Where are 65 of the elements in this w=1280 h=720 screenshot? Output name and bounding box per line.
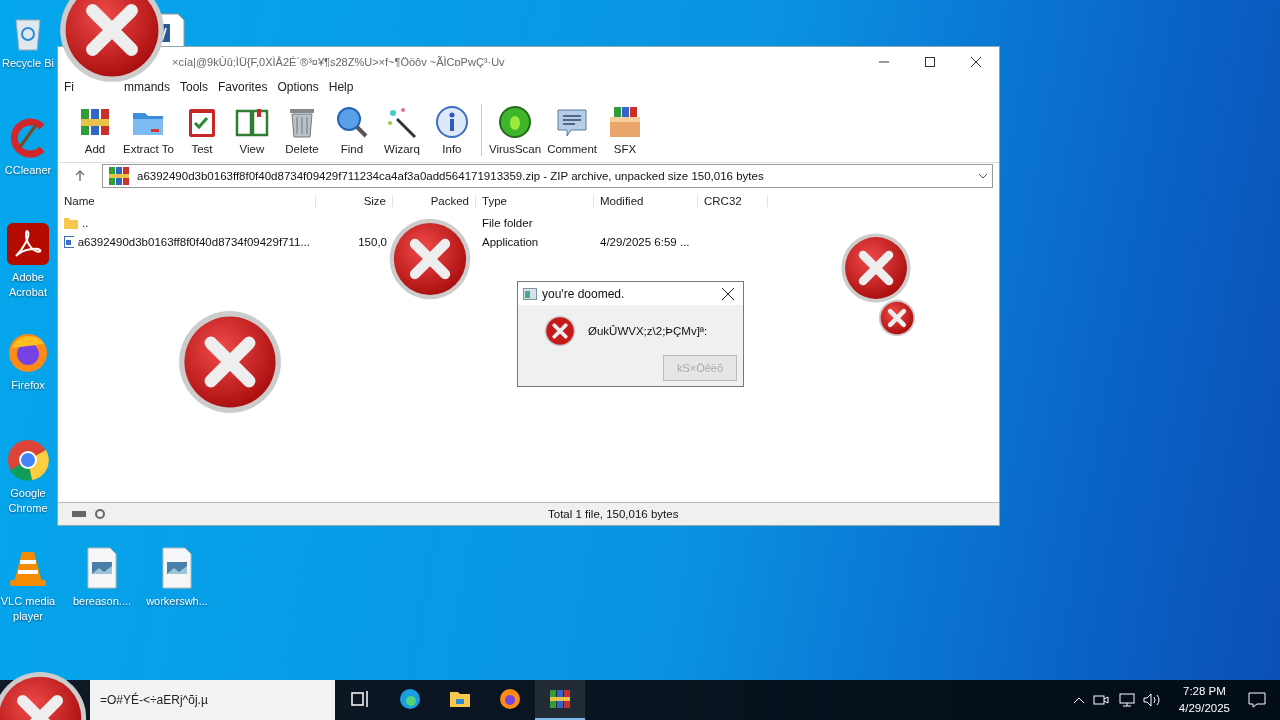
toolbar-button[interactable]: SFX bbox=[600, 100, 650, 160]
magnifier-icon bbox=[334, 105, 369, 139]
toolbar-button[interactable]: Extract To bbox=[120, 100, 177, 160]
toolbar-button[interactable]: View bbox=[226, 100, 277, 160]
table-cell: a6392490d3b0163ff8f0f40d8734f09429f711... bbox=[58, 235, 316, 248]
toolbar-button[interactable]: Test bbox=[176, 100, 227, 160]
table-cell-text: 4/29/2025 6:59 ... bbox=[599, 235, 691, 248]
toolbar-button[interactable]: Comment bbox=[544, 100, 600, 160]
clock-time[interactable]: 7:28 PM bbox=[1183, 683, 1226, 700]
dialog-title: you're doomed. bbox=[542, 286, 626, 301]
maximize-icon bbox=[925, 56, 935, 67]
table-cell-text: Application bbox=[481, 235, 540, 248]
archive-books-icon bbox=[548, 687, 572, 711]
table-cell: .. bbox=[58, 216, 316, 229]
menu-item[interactable]: Favorites bbox=[218, 80, 268, 94]
folder-icon bbox=[64, 216, 78, 229]
info-icon bbox=[434, 105, 469, 139]
archive-books-icon bbox=[107, 165, 131, 187]
network-icon[interactable] bbox=[1116, 693, 1135, 707]
chevron-up-icon[interactable] bbox=[1072, 696, 1085, 704]
close-icon bbox=[971, 56, 981, 67]
menu-item[interactable]: Help bbox=[328, 80, 354, 94]
toolbar-button[interactable]: Delete bbox=[276, 100, 327, 160]
column-header[interactable]: CRC32 bbox=[698, 195, 768, 207]
volume-icon[interactable] bbox=[1142, 693, 1161, 707]
toolbar-button[interactable]: Wizarq bbox=[376, 100, 427, 160]
drive-icon bbox=[72, 509, 108, 519]
dialog-message: ØukÛWVX;z\2;ÞÇMv]ª: bbox=[588, 325, 708, 337]
column-header[interactable]: Packed bbox=[393, 195, 476, 207]
toolbar-button[interactable]: Info bbox=[426, 100, 477, 160]
toolbar-button[interactable]: VirusScan bbox=[485, 100, 545, 160]
chrome-icon bbox=[6, 438, 50, 482]
window-title: ×cía|@9kÙû;ÌÜ{F,0XÌÅ2É´®³¤¥¶s28Z%U>×f~¶Ööôv ~ÃÌCɒPwÇ³·Uv bbox=[172, 55, 506, 68]
menu-item[interactable]: Options bbox=[277, 80, 319, 94]
clock-date[interactable]: 4/29/2025 bbox=[1178, 700, 1230, 717]
error-icon bbox=[388, 217, 472, 301]
caret-icon[interactable] bbox=[978, 171, 988, 181]
toolbar-button[interactable]: Add bbox=[70, 100, 120, 160]
box-icon bbox=[608, 105, 642, 139]
status-text: Total 1 file, 150,016 bytes bbox=[548, 508, 679, 520]
search-field[interactable]: =O#YÉ-<÷aERj^õj.µ bbox=[90, 680, 335, 720]
up-arrow-icon[interactable] bbox=[74, 170, 86, 182]
error-icon bbox=[544, 315, 576, 347]
camera-icon[interactable] bbox=[1092, 693, 1109, 707]
error-icon bbox=[177, 309, 283, 415]
edge-icon bbox=[398, 687, 422, 711]
menu-item[interactable]: Fi bbox=[64, 80, 74, 94]
notification-icon[interactable] bbox=[1248, 692, 1266, 708]
menu-item[interactable]: Tools bbox=[180, 80, 209, 94]
column-header[interactable]: Size bbox=[316, 195, 393, 207]
column-header[interactable]: Type bbox=[476, 195, 594, 207]
application-icon bbox=[64, 235, 74, 248]
address-field[interactable]: a6392490d3b0163ff8f0f40d8734f09429f711234ca4af3a0add564171913359.zip - ZIP archive, unpacked size 150,016 bytes bbox=[102, 164, 993, 188]
toolbar-button[interactable]: Find bbox=[326, 100, 377, 160]
taskbar-app-button[interactable] bbox=[535, 680, 585, 720]
window-icon bbox=[523, 287, 537, 300]
firefox-icon bbox=[498, 687, 522, 711]
close-icon bbox=[722, 287, 734, 300]
acrobat-icon bbox=[6, 222, 50, 266]
column-header[interactable]: Modified bbox=[594, 195, 698, 207]
error-icon bbox=[58, 0, 166, 84]
table-cell-text: File folder bbox=[481, 216, 534, 229]
table-cell-text: 150,0 bbox=[357, 235, 388, 248]
menu-item[interactable]: mmands bbox=[124, 80, 170, 94]
column-header[interactable]: Name bbox=[58, 195, 316, 207]
